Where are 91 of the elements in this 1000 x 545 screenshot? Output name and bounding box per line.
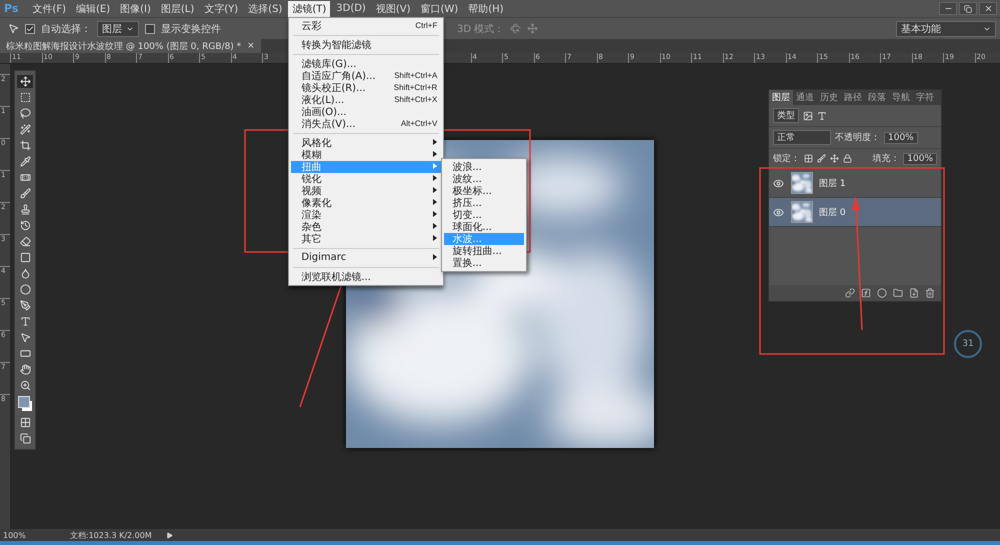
menu-item[interactable]: 自适应广角(A)... Shift+Ctrl+A — [291, 70, 442, 82]
lock-icon[interactable] — [843, 154, 852, 163]
fill-label: 填充： — [872, 152, 900, 165]
menu-item[interactable]: 锐化 — [291, 172, 442, 184]
menu-item[interactable]: 转换为智能滤镜 — [291, 38, 442, 50]
checkbox[interactable] — [25, 24, 35, 34]
menu-item[interactable]: 图像(I) — [116, 0, 155, 16]
eye-icon[interactable] — [773, 206, 784, 218]
panel-tab[interactable]: 图层 — [769, 90, 793, 105]
menu-item[interactable]: 油画(O)... — [291, 106, 442, 118]
menu-item[interactable]: 极坐标... — [444, 184, 524, 196]
menu-item[interactable]: 旋转扭曲... — [444, 244, 524, 256]
menu-item[interactable]: 波纹... — [444, 172, 524, 184]
menu-item[interactable]: 波浪... — [444, 160, 524, 172]
close-icon[interactable]: × — [247, 41, 255, 51]
menu-item[interactable]: 窗口(W) — [416, 0, 462, 16]
filter-select[interactable]: 类型 — [773, 108, 799, 123]
panel-tab[interactable]: 路径 — [841, 90, 865, 105]
play-icon[interactable] — [166, 532, 173, 538]
image-icon[interactable] — [803, 110, 813, 120]
menu-item[interactable]: 其它 — [291, 232, 442, 244]
type-icon[interactable] — [817, 110, 827, 120]
layer-name: 图层 0 — [819, 206, 846, 218]
opacity-label: 不透明度： — [835, 132, 880, 144]
checkbox-label: 显示变换控件 — [161, 22, 221, 36]
menu-item[interactable]: 帮助(H) — [464, 0, 508, 16]
opacity-field[interactable]: 100% — [884, 132, 918, 144]
trash-icon[interactable] — [925, 288, 935, 298]
restore-button[interactable] — [959, 2, 977, 15]
layer-name: 图层 1 — [819, 178, 846, 190]
close-button[interactable] — [979, 2, 997, 15]
menu-item[interactable]: 切变... — [444, 208, 524, 220]
checkbox-label: 自动选择： — [41, 22, 91, 36]
menu-item[interactable]: 球面化... — [444, 220, 524, 232]
mode-label: 3D 模式： — [457, 22, 504, 36]
menu-item[interactable]: 视频 — [291, 184, 442, 196]
panel-tab[interactable]: 历史 — [817, 90, 841, 105]
panel-tab[interactable]: 通道 — [793, 90, 817, 105]
menu-item[interactable]: 滤镜库(G)... — [291, 58, 442, 70]
function-icon[interactable] — [861, 288, 871, 298]
minimize-button[interactable] — [939, 2, 957, 15]
workspace-select[interactable]: 基本功能 — [896, 20, 996, 36]
brush-icon[interactable] — [817, 154, 826, 163]
menu-item[interactable]: 文字(Y) — [200, 0, 242, 16]
menu-item[interactable]: Digimarc — [291, 252, 442, 264]
speed-gauge: 31 — [954, 330, 982, 358]
folder-icon[interactable] — [893, 288, 903, 298]
color-swatches[interactable] — [17, 395, 33, 413]
menu-item[interactable]: 镜头校正(R)... Shift+Ctrl+R — [291, 82, 442, 94]
menu-item[interactable]: 液化(L)... Shift+Ctrl+X — [291, 94, 442, 106]
menu-item[interactable]: 浏览联机滤镜... — [291, 270, 442, 282]
panel-tab[interactable]: 导航 — [889, 90, 913, 105]
fill-field[interactable]: 100% — [903, 152, 937, 164]
app-logo: Ps — [4, 2, 18, 15]
lock-label: 锁定： — [773, 152, 800, 165]
menu-item[interactable]: 消失点(V)... Alt+Ctrl+V — [291, 118, 442, 130]
checkbox[interactable] — [145, 24, 155, 34]
zoom-level: 100% — [3, 530, 26, 540]
adjustment-icon[interactable] — [877, 288, 887, 298]
blend-mode-select[interactable]: 正常 — [773, 130, 831, 145]
menu-item[interactable]: 滤镜(T) — [288, 0, 330, 16]
menu-item[interactable]: 文件(F) — [28, 0, 70, 16]
restore-icon — [964, 4, 972, 12]
eye-icon[interactable] — [773, 178, 784, 188]
move-tool[interactable] — [17, 75, 33, 88]
menu-item[interactable]: 编辑(E) — [72, 0, 114, 16]
submenu-arrow-icon — [433, 254, 438, 262]
menu-item[interactable]: 视图(V) — [372, 0, 414, 16]
new-layer-icon[interactable] — [909, 288, 919, 298]
close-icon — [984, 4, 992, 13]
move-icon[interactable] — [830, 154, 839, 163]
menu-item[interactable]: 模糊 — [291, 148, 442, 160]
menu-item[interactable]: 置换... — [444, 256, 524, 268]
menu-item[interactable]: 3D(D) — [332, 2, 370, 15]
tool-preset-icon[interactable] — [8, 23, 19, 34]
menu-item[interactable]: 风格化 — [291, 136, 442, 148]
menu-item[interactable]: 像素化 — [291, 196, 442, 208]
lock-pixels-icon[interactable] — [804, 154, 813, 163]
menu-item[interactable]: 渲染 — [291, 208, 442, 220]
link-icon[interactable] — [845, 288, 855, 298]
document-size: 文档:1023.3 K/2.00M — [70, 530, 152, 540]
menu-item[interactable]: 挤压... — [444, 196, 524, 208]
menu-item[interactable]: 选择(S) — [244, 0, 286, 16]
document-tab[interactable]: 棕米粒图解海报设计水波纹理 @ 100% (图层 0, RGB/8) * × — [0, 39, 261, 53]
menu-item[interactable]: 杂色 — [291, 220, 442, 232]
layer-row[interactable]: 图层 0 — [769, 198, 941, 227]
panel-tab[interactable]: 段落 — [865, 90, 889, 105]
select-field[interactable]: 图层 — [97, 20, 139, 36]
panel-tab[interactable]: 字符 — [913, 90, 937, 105]
menu-item[interactable]: 图层(L) — [156, 0, 198, 16]
menu-item[interactable]: 云彩 Ctrl+F — [291, 20, 442, 32]
